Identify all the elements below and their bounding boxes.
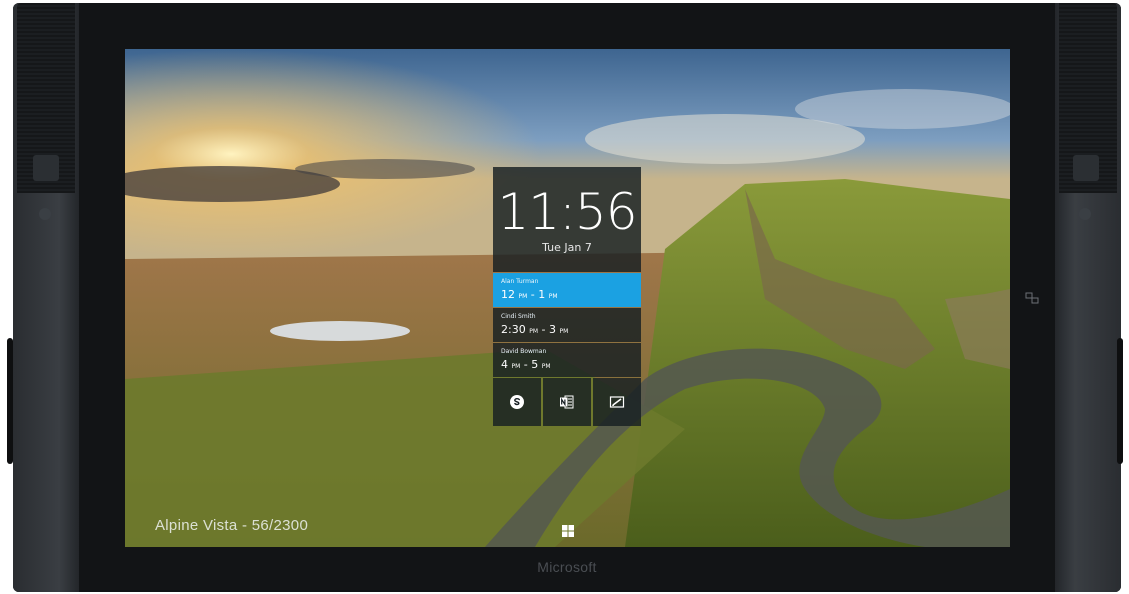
- clock-time: 11:56: [497, 183, 637, 241]
- appointment-organizer: Cindi Smith: [501, 313, 536, 320]
- appointment-item[interactable]: Alan Turman 12 PM - 1 PM: [493, 273, 641, 307]
- clock-date: Tue Jan 7: [542, 241, 592, 254]
- appointment-time: 12 PM - 1 PM: [501, 288, 558, 301]
- appointment-organizer: Alan Turman: [501, 278, 539, 285]
- right-stylus-pen[interactable]: [1117, 338, 1123, 464]
- skype-button[interactable]: [493, 378, 541, 426]
- brand-logo: Microsoft: [537, 559, 597, 575]
- appointment-item[interactable]: David Bowman 4 PM - 5 PM: [493, 343, 641, 377]
- whiteboard-button[interactable]: [593, 378, 641, 426]
- windows-logo-icon[interactable]: [562, 525, 574, 537]
- left-speaker-panel: [13, 3, 79, 592]
- appointment-organizer: David Bowman: [501, 348, 547, 355]
- appointment-item[interactable]: Cindi Smith 2:30 PM - 3 PM: [493, 308, 641, 342]
- app-launcher-row: [493, 378, 641, 426]
- onenote-button[interactable]: [543, 378, 591, 426]
- right-sensor-icon: [1079, 208, 1091, 220]
- skype-icon: [510, 395, 524, 409]
- appointment-time: 2:30 PM - 3 PM: [501, 323, 569, 336]
- whiteboard-icon: [609, 396, 625, 408]
- lock-panel: 11:56 Tue Jan 7 Alan Turman 12 PM - 1 PM…: [493, 167, 641, 426]
- lock-screen[interactable]: 11:56 Tue Jan 7 Alan Turman 12 PM - 1 PM…: [125, 49, 1010, 547]
- appointment-time: 4 PM - 5 PM: [501, 358, 551, 371]
- left-camera-icon: [33, 155, 59, 181]
- left-sensor-icon: [39, 208, 51, 220]
- clock-tile: 11:56 Tue Jan 7: [493, 167, 641, 272]
- right-camera-icon: [1073, 155, 1099, 181]
- connect-icon: [1025, 292, 1039, 304]
- right-speaker-panel: [1055, 3, 1121, 592]
- onenote-icon: [560, 395, 574, 409]
- wallpaper-title: Alpine Vista - 56/2300: [155, 517, 309, 534]
- left-stylus-pen[interactable]: [7, 338, 13, 464]
